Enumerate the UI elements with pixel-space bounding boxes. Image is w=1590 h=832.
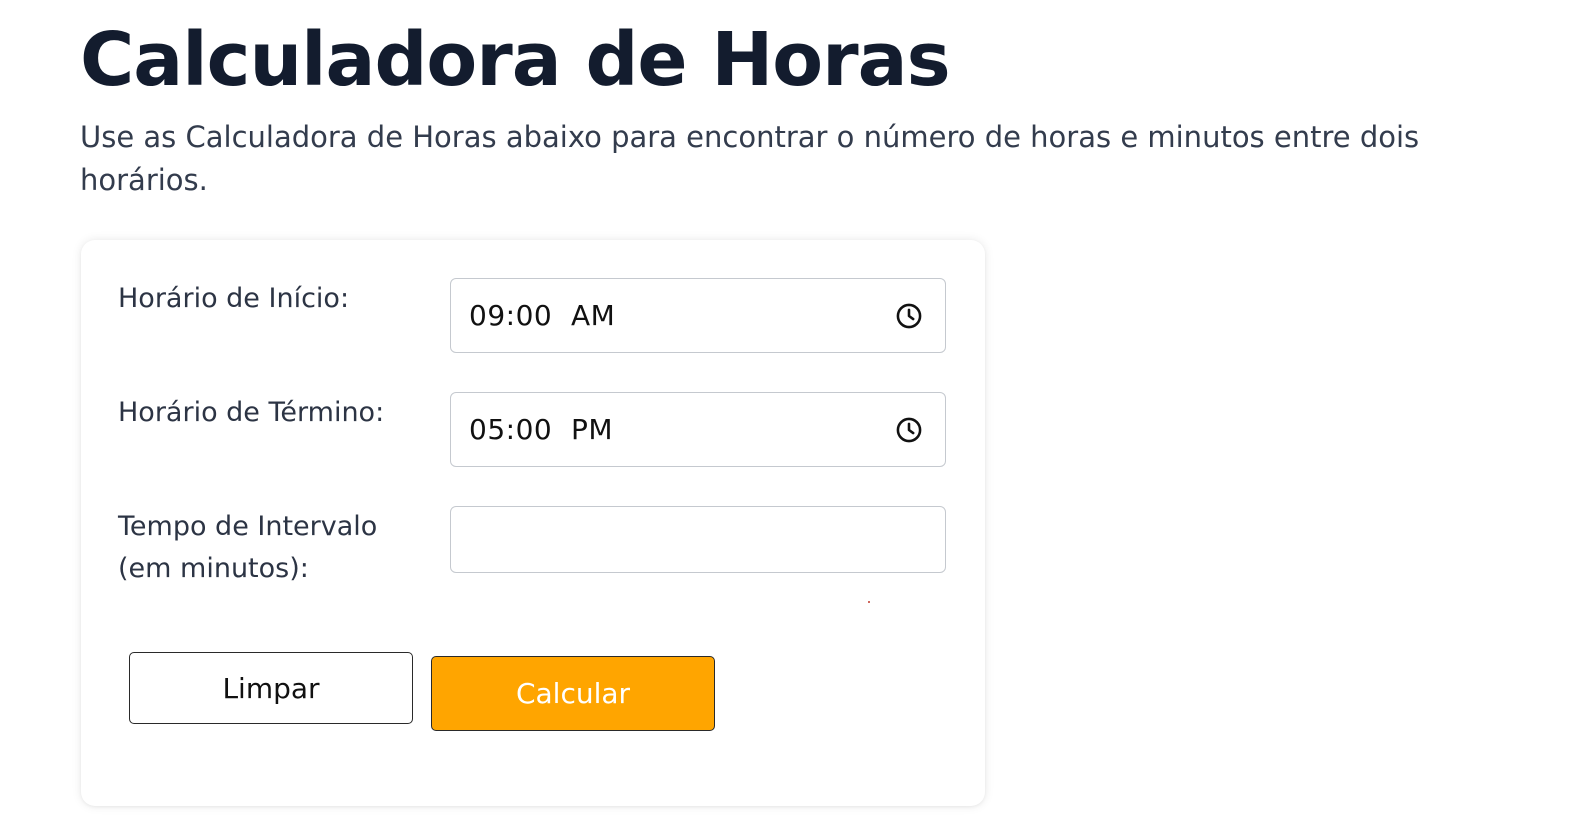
page-description: Use as Calculadora de Horas abaixo para … bbox=[80, 120, 1420, 197]
clock-icon[interactable] bbox=[895, 302, 923, 330]
break-time-label: Tempo de Intervalo (em minutos): bbox=[118, 506, 428, 590]
calculate-button[interactable]: Calcular bbox=[431, 656, 715, 731]
end-time-value: 05:00 PM bbox=[469, 413, 614, 446]
break-time-input[interactable] bbox=[450, 506, 946, 573]
end-time-input[interactable]: 05:00 PM bbox=[450, 392, 946, 467]
start-time-label: Horário de Início: bbox=[118, 283, 350, 314]
clock-icon[interactable] bbox=[895, 416, 923, 444]
calculator-card: Horário de Início: 09:00 AM Horário de T… bbox=[81, 240, 985, 806]
start-time-value: 09:00 AM bbox=[469, 299, 616, 332]
page-title: Calculadora de Horas bbox=[80, 17, 951, 103]
stray-dot bbox=[868, 601, 870, 603]
break-time-label-line1: Tempo de Intervalo bbox=[118, 511, 378, 542]
start-time-input[interactable]: 09:00 AM bbox=[450, 278, 946, 353]
end-time-label: Horário de Término: bbox=[118, 397, 385, 428]
clear-button[interactable]: Limpar bbox=[129, 652, 413, 724]
break-time-label-line2: (em minutos): bbox=[118, 553, 309, 584]
